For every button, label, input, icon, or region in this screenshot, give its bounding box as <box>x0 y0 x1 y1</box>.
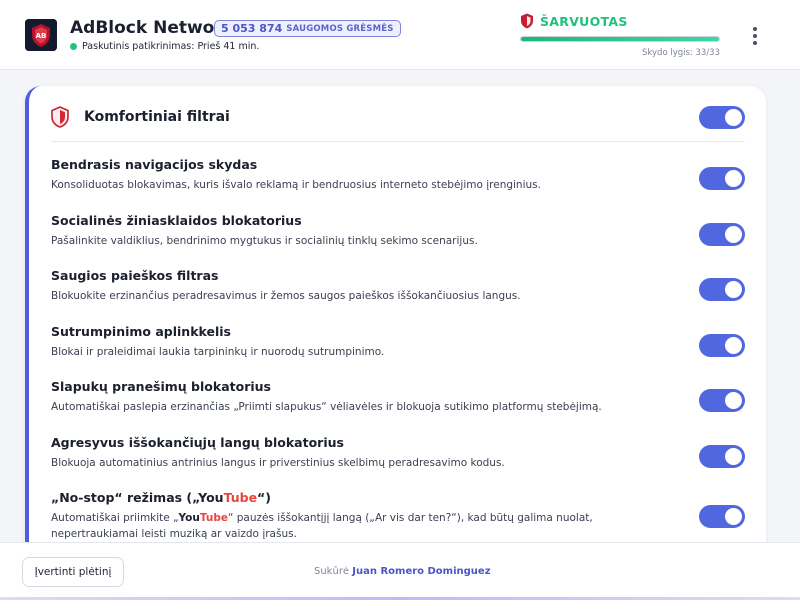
shield-level-bar <box>520 36 720 42</box>
shield-icon <box>521 13 533 29</box>
filter-name: Slapukų pranešimų blokatorius <box>51 379 271 394</box>
armor-status-label: ŠARVUOTAS <box>540 13 628 29</box>
app-footer: Įvertinti plėtinį Sukūrė Juan Romero Dom… <box>0 542 800 600</box>
filter-description: Automatiškai priimkite „YouTube“ pauzės … <box>51 512 593 540</box>
filter-name: „No-stop“ režimas („YouTube“) <box>51 490 271 505</box>
threat-count: 5 053 874 <box>221 22 283 35</box>
last-check-text: Paskutinis patikrinimas: Prieš 41 min. <box>82 41 260 52</box>
svg-text:AB: AB <box>36 32 47 40</box>
filter-toggle[interactable] <box>699 167 745 190</box>
more-vertical-icon <box>753 27 757 31</box>
filter-item: Socialinės žiniasklaidos blokatorius Paša… <box>51 213 745 263</box>
shield-level-text: Skydo lygis: 33/33 <box>642 48 720 58</box>
filter-toggle[interactable] <box>699 333 745 357</box>
armor-status: ŠARVUOTAS <box>520 13 628 29</box>
master-filter-toggle[interactable] <box>699 106 745 129</box>
filter-toggle[interactable] <box>699 389 745 412</box>
threat-label: SAUGOMOS GRĖSMĖS <box>286 23 394 34</box>
filter-description: Automatiškai paslepia erzinančias „Priim… <box>51 401 602 413</box>
filter-name: Socialinės žiniasklaidos blokatorius <box>51 212 302 228</box>
filter-item: Bendrasis navigacijos skydas Konsoliduota… <box>51 157 745 207</box>
filter-name: Bendrasis navigacijos skydas <box>51 157 258 172</box>
filter-description: Blokai ir praleidimai laukia tarpininkų … <box>51 345 385 358</box>
filter-description: Pašalinkite valdiklius, bendrinimo mygtu… <box>51 234 478 247</box>
author-credit: Sukūrė Juan Romero Dominguez <box>314 566 491 577</box>
filter-item: Saugios paieškos filtras Blokuokite erzin… <box>51 268 745 318</box>
filter-toggle[interactable] <box>699 444 745 468</box>
filter-description: Blokuokite erzinančius peradresavimus ir… <box>51 290 521 302</box>
last-check-status: Paskutinis patikrinimas: Prieš 41 min. <box>70 41 259 52</box>
filter-item: Slapukų pranešimų blokatorius Automatiška… <box>51 379 745 429</box>
shield-level-fill <box>521 37 719 41</box>
rate-extension-button[interactable]: Įvertinti plėtinį <box>22 557 124 587</box>
filter-description: Konsoliduotas blokavimas, kuris išvalo r… <box>51 179 541 191</box>
card-header: Komfortiniai filtrai <box>51 104 745 142</box>
filter-toggle[interactable] <box>699 278 745 301</box>
adblock-logo-icon: AB <box>25 19 57 51</box>
brand-name: AdBlock Network <box>70 18 235 38</box>
armor-status-panel: ŠARVUOTAS Skydo lygis: 33/33 <box>520 13 720 63</box>
threat-counter-badge: 5 053 874 SAUGOMOS GRĖSMĖS <box>214 20 401 37</box>
filter-toggle[interactable] <box>699 222 745 246</box>
filter-item: Sutrumpinimo aplinkkelis Blokai ir pralei… <box>51 324 745 374</box>
card-title: Komfortiniai filtrai <box>84 109 230 125</box>
filter-name: Saugios paieškos filtras <box>51 268 219 283</box>
more-options-button[interactable] <box>744 24 766 48</box>
status-dot-icon <box>70 43 77 50</box>
author-link[interactable]: Juan Romero Dominguez <box>352 566 490 577</box>
filter-name: Agresyvus iššokančiųjų langų blokatorius <box>51 434 344 450</box>
comfort-filters-card: Komfortiniai filtrai Bendrasis navigacij… <box>25 86 766 556</box>
shield-icon <box>51 106 69 128</box>
filter-toggle-nostop[interactable] <box>699 505 745 528</box>
filter-description: Blokuoja automatinius antrinius langus i… <box>51 456 505 469</box>
app-header: AB AdBlock Network 5 053 874 SAUGOMOS GR… <box>0 0 800 70</box>
filter-item: Agresyvus iššokančiųjų langų blokatorius… <box>51 435 745 485</box>
filter-item-nostop: „No-stop“ režimas („YouTube“) Automatišk… <box>51 490 745 540</box>
filter-name: Sutrumpinimo aplinkkelis <box>51 323 231 339</box>
